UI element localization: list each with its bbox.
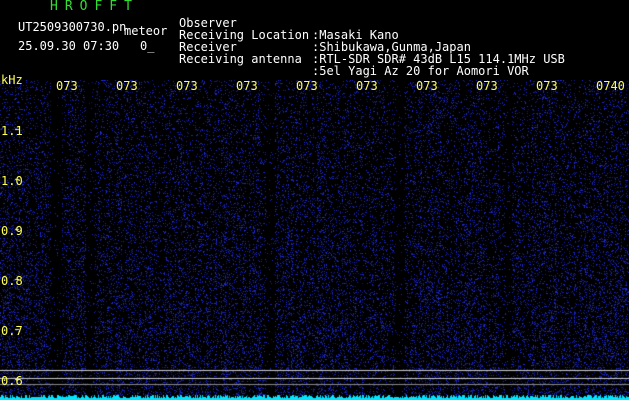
spectrogram	[0, 80, 629, 400]
freq-tick-label: 0.8	[1, 274, 23, 288]
app-title: HROFFT	[50, 0, 139, 14]
time-tick-label: 073	[476, 79, 498, 93]
time-tick-label: 073	[536, 79, 558, 93]
time-tick-label: 073	[356, 79, 378, 93]
file-name: UT2509300730.pn	[18, 20, 127, 34]
time-tick-label: 073	[176, 79, 198, 93]
info-value: :5el Yagi Az 20 for Aomori VOR	[312, 64, 529, 78]
freq-tick-label: 0.9	[1, 224, 23, 238]
freq-tick-label: 1.0	[1, 174, 23, 188]
freq-tick-label: 0.6	[1, 374, 23, 388]
meteor-count: 0_	[140, 39, 155, 53]
freq-tick-label: 0.7	[1, 324, 23, 338]
time-tick-label: 073	[416, 79, 438, 93]
time-tick-label: 073	[296, 79, 318, 93]
time-tick-label: 073	[236, 79, 258, 93]
info-label: Receiving antenna	[179, 52, 302, 66]
time-tick-label: 0740	[596, 79, 625, 93]
freq-unit-label: kHz	[1, 73, 23, 87]
time-tick-label: 073	[116, 79, 138, 93]
time-tick-label: 073	[56, 79, 78, 93]
freq-tick-label: 1.1	[1, 124, 23, 138]
detect-label: meteor	[124, 24, 168, 38]
date-time: 25.09.30 07:30	[18, 39, 120, 53]
